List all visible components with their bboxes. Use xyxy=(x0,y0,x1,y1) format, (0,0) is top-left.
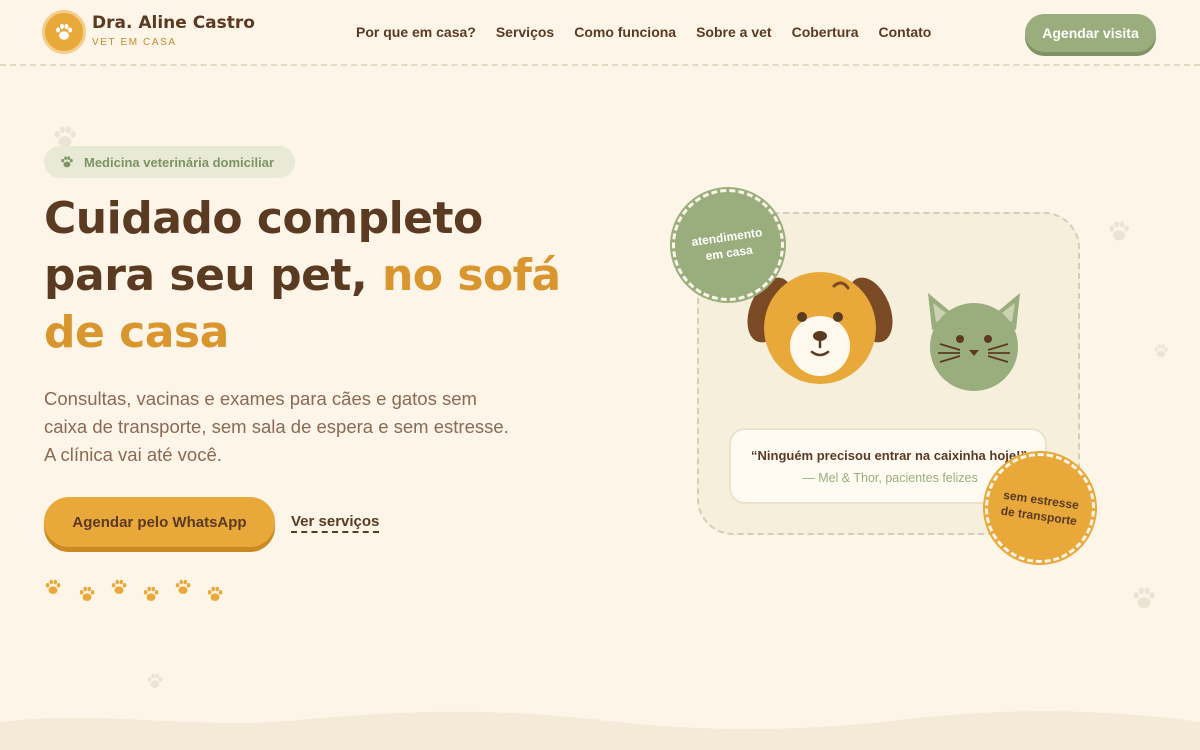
specialty-pill: Medicina veterinária domiciliar xyxy=(44,146,295,178)
brand-name[interactable]: Dra. Aline Castro xyxy=(92,13,255,33)
paw-icon xyxy=(54,22,74,42)
nav-item-como-funciona[interactable]: Como funciona xyxy=(574,24,676,40)
home-service-badge-label: atendimento em casa xyxy=(690,225,764,264)
pets-illustration xyxy=(747,272,1020,391)
nav-item-por-que-em-casa[interactable]: Por que em casa? xyxy=(356,24,476,40)
whatsapp-schedule-button[interactable]: Agendar pelo WhatsApp xyxy=(44,497,275,547)
main-nav: Por que em casa? Serviços Como funciona … xyxy=(356,24,931,40)
bottom-wave xyxy=(0,711,1200,750)
paw-icon xyxy=(1131,585,1157,611)
logo[interactable] xyxy=(42,10,86,54)
site-header: Dra. Aline Castro VET EM CASA Por que em… xyxy=(0,0,1200,66)
nav-item-sobre-a-vet[interactable]: Sobre a vet xyxy=(696,24,771,40)
dog-illustration xyxy=(747,272,893,384)
view-services-link[interactable]: Ver serviços xyxy=(291,513,380,533)
paw-trail xyxy=(45,579,223,601)
testimonial-text: “Ninguém precisou entrar na caixinha hoj… xyxy=(751,448,1027,463)
no-stress-badge-label: sem estresse de transporte xyxy=(999,487,1080,529)
pill-label: Medicina veterinária domiciliar xyxy=(84,154,275,170)
hero-title: Cuidado completo para seu pet, no sofá d… xyxy=(44,190,604,361)
schedule-visit-button[interactable]: Agendar visita xyxy=(1025,14,1156,52)
paw-icon xyxy=(1153,343,1169,359)
paw-icon xyxy=(1107,219,1131,243)
nav-item-cobertura[interactable]: Cobertura xyxy=(792,24,859,40)
brand-subtitle: VET EM CASA xyxy=(92,37,177,48)
nav-item-servicos[interactable]: Serviços xyxy=(496,24,554,40)
hero-lead: Consultas, vacinas e exames para cães e … xyxy=(44,388,509,465)
nav-item-contato[interactable]: Contato xyxy=(878,24,931,40)
paw-icon xyxy=(146,672,164,690)
paw-icon xyxy=(60,155,74,169)
cat-illustration xyxy=(928,293,1020,391)
